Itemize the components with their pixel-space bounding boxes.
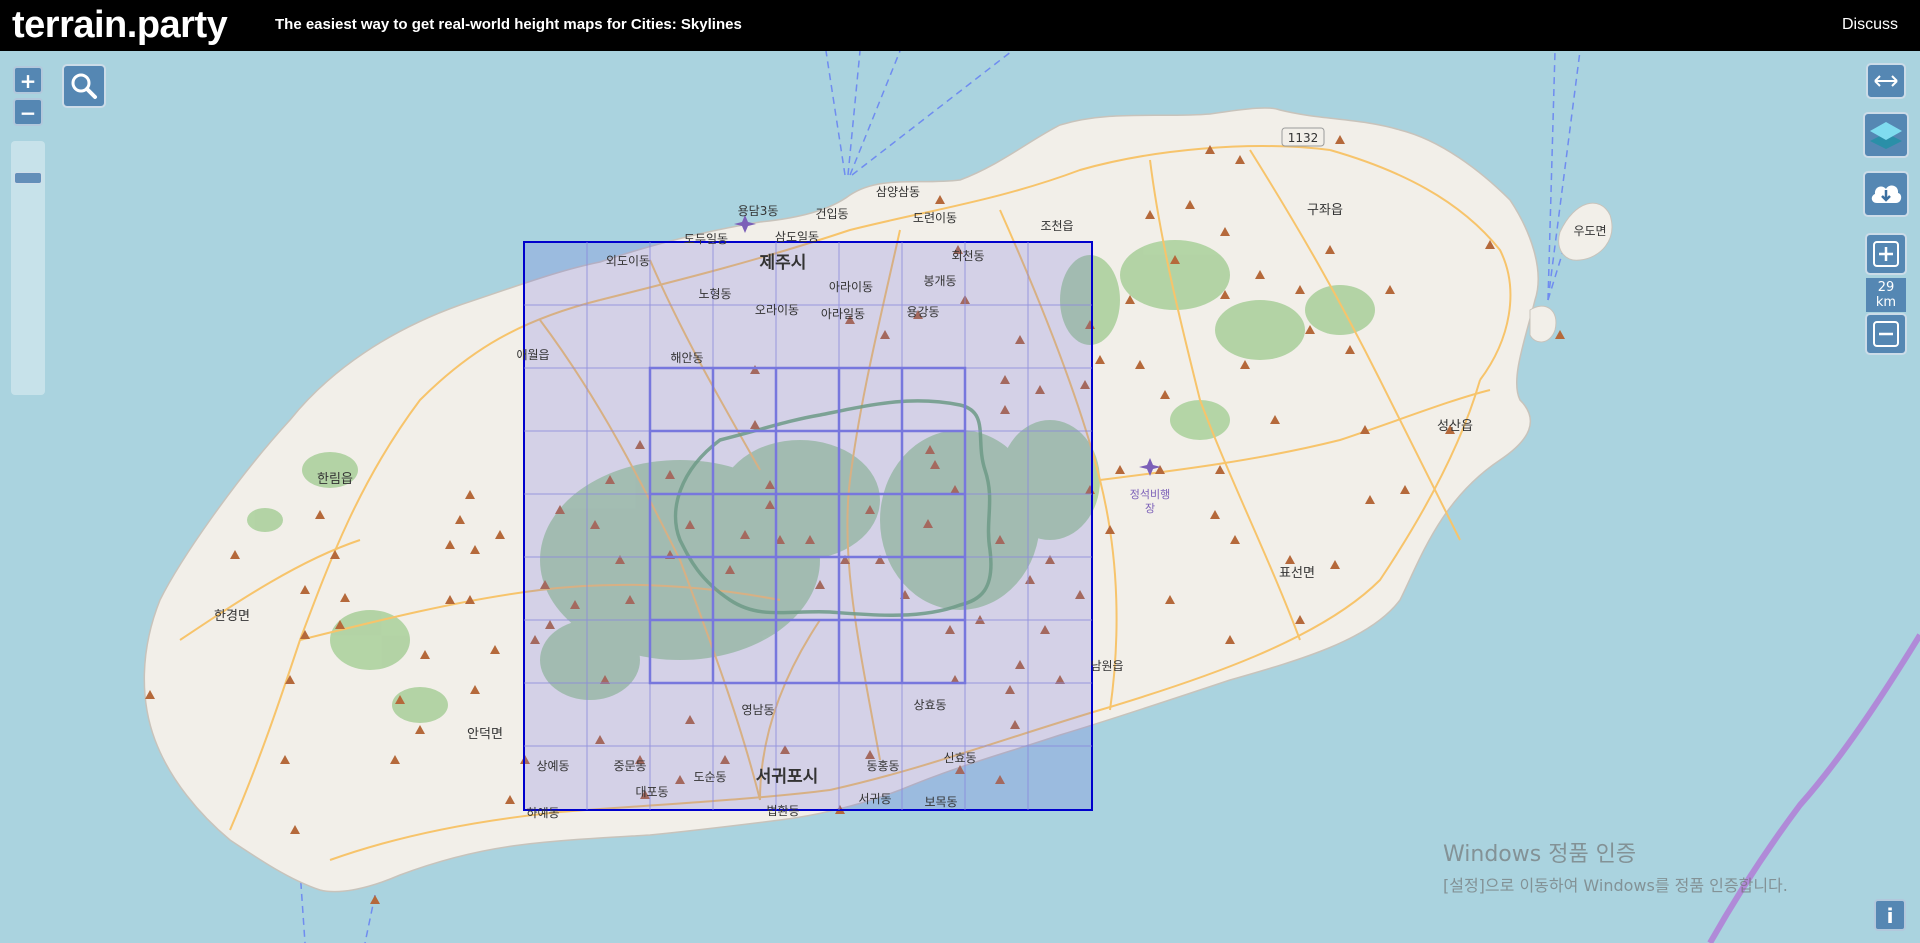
minus-box-icon: [1865, 313, 1907, 355]
windows-activation-watermark: Windows 정품 인증 [설정]으로 이동하여 Windows를 정품 인증…: [1443, 836, 1788, 896]
discuss-link[interactable]: Discuss: [1842, 16, 1898, 34]
selection-size-unit: km: [1875, 295, 1897, 310]
zoom-in-button[interactable]: +: [13, 66, 43, 94]
place-label: 용강동: [906, 305, 939, 319]
place-label: 성산읍: [1437, 419, 1473, 434]
place-label: 용담3동: [738, 204, 779, 218]
place-label: 회천동: [951, 248, 984, 263]
info-button[interactable]: i: [1874, 899, 1906, 931]
seongsan-peninsula: [1529, 305, 1557, 343]
map-canvas[interactable]: 1132 제주시 서귀포시 용담3동 건입동 삼양삼동 도련이동 조천읍 구좌읍…: [0, 51, 1920, 943]
download-button[interactable]: [1863, 171, 1909, 217]
zoom-out-button[interactable]: −: [13, 98, 43, 126]
place-label: 제주시: [760, 253, 807, 273]
place-label: 노형동: [698, 287, 731, 301]
place-label: 안덕면: [467, 727, 503, 742]
resize-toggle-button[interactable]: [1866, 63, 1906, 99]
place-label: 우도면: [1573, 224, 1606, 238]
place-label: 서귀동: [858, 792, 891, 806]
place-label: 표선면: [1279, 566, 1315, 581]
place-label: 상효동: [913, 698, 946, 712]
road-shield-label: 1132: [1288, 131, 1319, 145]
place-label: 보목동: [924, 795, 957, 809]
place-label: 오라이동: [755, 303, 799, 317]
layers-icon: [1863, 112, 1909, 158]
place-label: 봉개동: [923, 274, 956, 288]
selection-size-value: 29: [1877, 280, 1895, 295]
tagline: The easiest way to get real-world height…: [275, 16, 742, 33]
place-label: 아라일동: [821, 307, 865, 321]
place-label: 애월읍: [516, 348, 549, 362]
zoom-slider-thumb[interactable]: [14, 172, 42, 184]
place-label: 도순동: [693, 770, 726, 784]
place-label: 법환동: [766, 804, 799, 818]
place-label: 건입동: [815, 207, 848, 221]
place-label: 해안동: [670, 351, 703, 365]
place-label: 한경면: [214, 609, 250, 624]
layers-button[interactable]: [1863, 112, 1909, 158]
place-label: 서귀포시: [756, 767, 819, 787]
zoom-slider[interactable]: [11, 141, 45, 395]
place-label: 외도이동: [606, 254, 650, 268]
place-label: 한림읍: [317, 472, 353, 487]
place-label: 영남동: [741, 703, 774, 717]
place-label: 대포동: [635, 785, 668, 799]
grow-selection-button[interactable]: [1865, 233, 1907, 275]
selection-box[interactable]: [523, 241, 1093, 811]
place-label: 신효동: [943, 751, 976, 765]
site-title[interactable]: terrain.party: [12, 0, 228, 51]
place-label: 남원읍: [1090, 659, 1123, 673]
shrink-selection-button[interactable]: [1865, 313, 1907, 355]
place-label: 삼양삼동: [876, 185, 920, 199]
place-label: 삼도일동: [775, 230, 819, 244]
selection-size-readout: 29 km: [1866, 278, 1906, 312]
resize-arrows-icon: [1866, 63, 1906, 99]
watermark-title: Windows 정품 인증: [1443, 842, 1637, 867]
place-label: 상예동: [536, 759, 569, 773]
search-icon: [62, 64, 106, 108]
plus-box-icon: [1865, 233, 1907, 275]
place-label: 중문동: [613, 759, 646, 773]
place-label: 동홍동: [866, 759, 899, 773]
place-label: 도련이동: [913, 211, 957, 225]
top-bar: terrain.party The easiest way to get rea…: [0, 0, 1920, 51]
place-label: 하예동: [526, 806, 559, 820]
search-button[interactable]: [62, 64, 106, 108]
cloud-download-icon: [1863, 171, 1909, 217]
place-label: 조천읍: [1040, 218, 1073, 233]
place-label: 구좌읍: [1307, 203, 1343, 218]
place-label: 장: [1145, 502, 1155, 515]
place-label: 정석비행: [1130, 488, 1170, 501]
place-label: 아라이동: [829, 280, 873, 294]
place-label: 도두일동: [684, 232, 728, 246]
watermark-subtitle: [설정]으로 이동하여 Windows를 정품 인증합니다.: [1443, 876, 1788, 895]
